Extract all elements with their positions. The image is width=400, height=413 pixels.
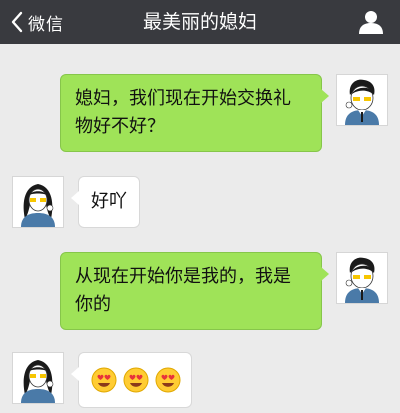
message-row xyxy=(0,352,400,410)
person-icon xyxy=(358,11,384,39)
message-bubble[interactable]: 媳妇，我们现在开始交换礼物好不好？ xyxy=(60,74,329,152)
back-label: 微信 xyxy=(28,14,64,35)
message-text: 从现在开始你是我的，我是你的 xyxy=(75,266,291,315)
female-avatar-icon xyxy=(13,177,63,227)
chat-info-button[interactable] xyxy=(358,9,384,35)
avatar[interactable] xyxy=(336,74,388,126)
male-avatar-icon xyxy=(337,75,387,125)
nav-bar: 微信 最美丽的媳妇 xyxy=(0,0,400,44)
avatar[interactable] xyxy=(336,252,388,304)
message-row: 从现在开始你是我的，我是你的 xyxy=(0,252,400,332)
back-button[interactable]: 微信 xyxy=(10,0,64,44)
male-avatar-icon xyxy=(337,253,387,303)
message-row: 好吖 xyxy=(0,176,400,228)
message-bubble[interactable]: 从现在开始你是我的，我是你的 xyxy=(60,252,329,330)
female-avatar-icon xyxy=(13,353,63,403)
avatar[interactable] xyxy=(12,176,64,228)
message-text: 好吖 xyxy=(91,191,127,212)
emoji-row xyxy=(91,365,181,395)
heart-eyes-emoji-icon xyxy=(91,367,117,393)
message-bubble[interactable]: 好吖 xyxy=(71,176,140,228)
message-text: 媳妇，我们现在开始交换礼物好不好？ xyxy=(75,88,291,137)
heart-eyes-emoji-icon xyxy=(123,367,149,393)
message-row: 媳妇，我们现在开始交换礼物好不好？ xyxy=(0,74,400,154)
message-bubble[interactable] xyxy=(71,352,192,408)
chevron-left-icon xyxy=(10,11,24,33)
avatar[interactable] xyxy=(12,352,64,404)
heart-eyes-emoji-icon xyxy=(155,367,181,393)
